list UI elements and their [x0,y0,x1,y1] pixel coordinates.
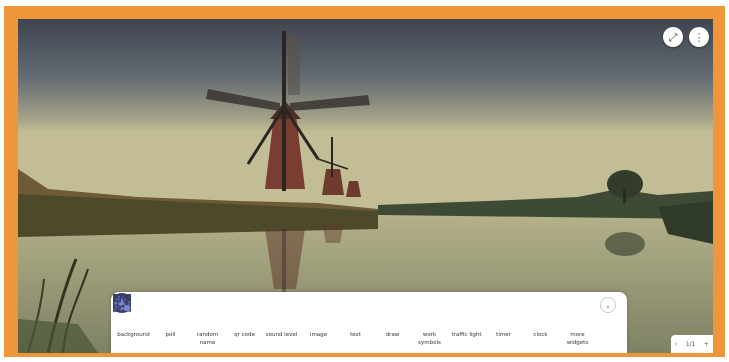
sound-level-icon [113,294,297,327]
tool-label: work symbols [418,332,441,347]
tool-label: traffic light [451,332,482,338]
tool-label: image [309,332,328,338]
tool-label: random name [196,332,219,347]
tool-draw[interactable]: draw [113,296,411,339]
previous-page-button[interactable]: ‹ [675,341,677,348]
traffic-light-icon [116,293,482,327]
tool-sound-level[interactable]: sound level [113,294,300,339]
text-icon: Aa [113,294,371,327]
tool-label: text [350,332,361,338]
poll-icon [113,295,186,327]
tool-label: draw [385,332,400,338]
add-page-button[interactable]: + [704,341,709,348]
tool-image[interactable]: image [113,294,337,339]
tool-traffic-light[interactable]: traffic light [116,293,485,339]
tool-label: poll [165,332,176,338]
fullscreen-button[interactable]: ⤢ [663,27,683,47]
app-frame: ⤢ ⋮ background poll random name qr code … [4,6,725,357]
clock-icon [113,294,556,327]
fullscreen-icon: ⤢ [668,30,678,44]
background-scene: ⤢ ⋮ background poll random name qr code … [18,19,713,353]
tool-more-widgets[interactable]: more widgets [113,294,596,348]
tool-label: sound level [265,332,298,338]
tool-label: clock [533,332,548,338]
tool-qr-code[interactable]: qr code [113,294,263,339]
tool-timer[interactable]: timer [116,294,522,339]
widget-toolbar: background poll random name qr code soun… [111,292,627,353]
top-controls: ⤢ ⋮ [663,27,709,47]
collapse-toolbar-button[interactable]: ⌄ [600,297,616,313]
chevron-down-icon: ⌄ [604,300,612,310]
more-options-button[interactable]: ⋮ [689,27,709,47]
timer-icon [116,294,519,327]
tool-clock[interactable]: clock [113,294,559,339]
tool-label: more widgets [566,332,589,347]
tool-label: qr code [234,332,255,338]
work-symbols-icon [113,294,445,327]
image-icon [113,294,334,327]
draw-icon [113,296,408,327]
page-navigator: ‹ 1/1 + [671,335,713,353]
qr-code-icon [113,294,260,327]
tool-text[interactable]: Aa text [113,294,374,339]
tool-label: background [117,332,150,338]
tool-poll[interactable]: poll [113,295,189,339]
tool-work-symbols[interactable]: work symbols [113,294,448,348]
tool-label: timer [496,332,511,338]
random-name-icon [114,294,223,327]
more-widgets-icon [113,294,593,327]
more-vertical-icon: ⋮ [693,30,705,44]
page-indicator: 1/1 [685,340,696,348]
tool-random-name[interactable]: random name [114,294,226,348]
